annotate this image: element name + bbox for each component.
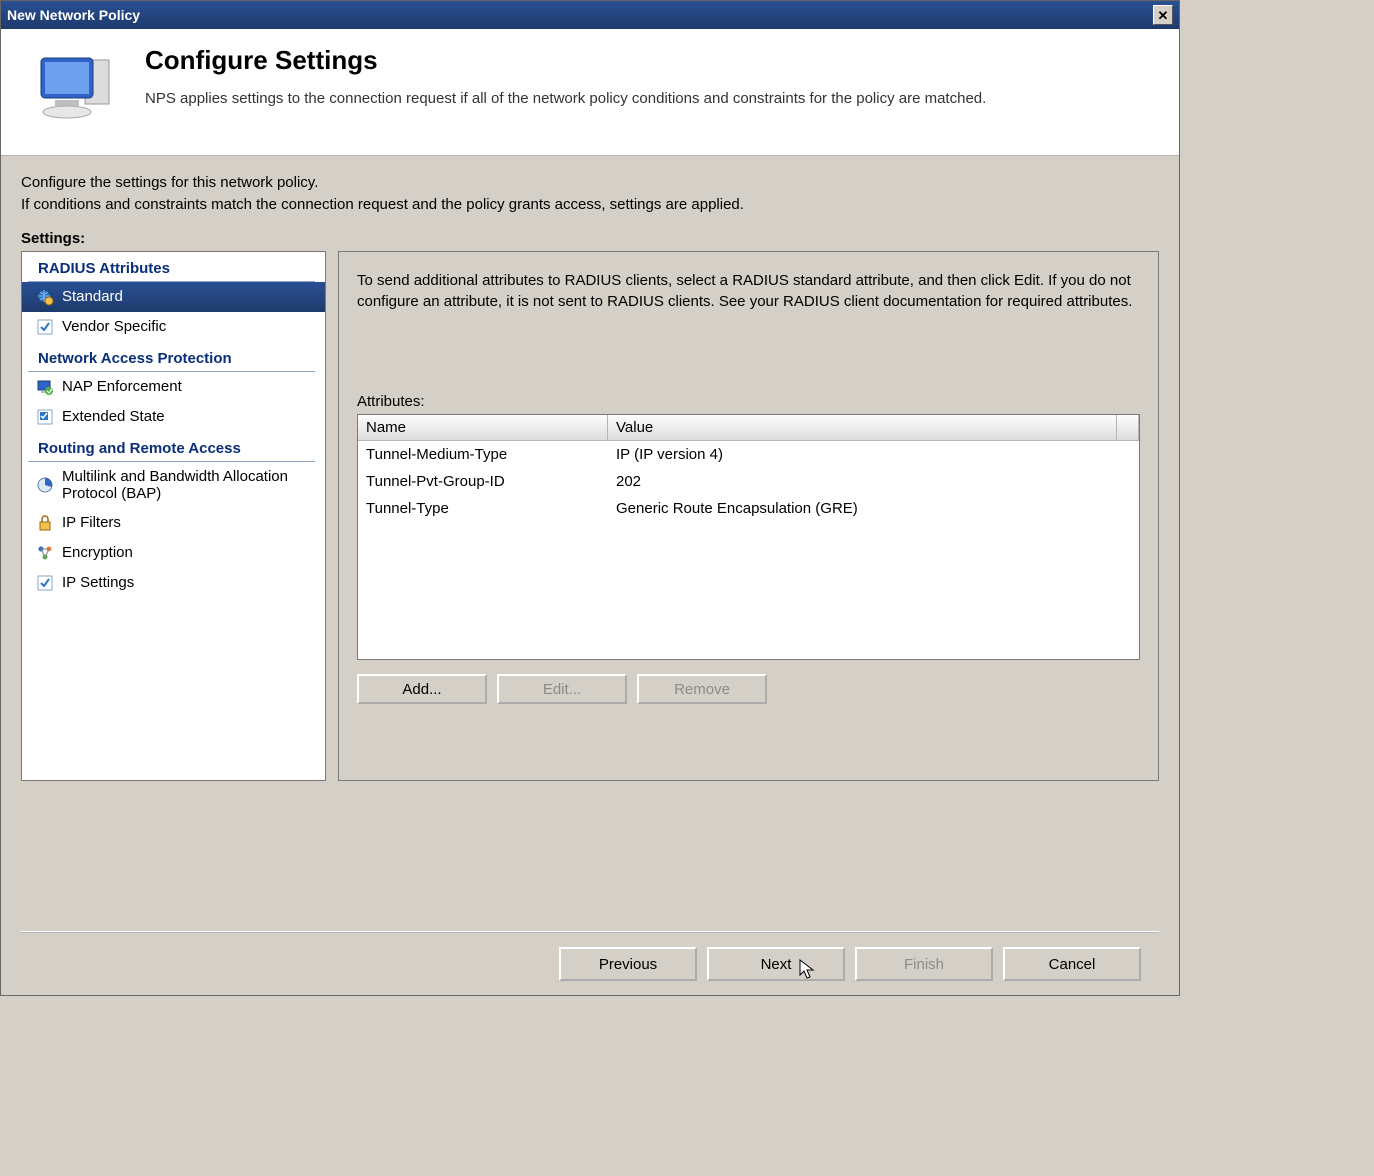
tree-item-label: IP Filters [62, 514, 121, 531]
tree-item-label: Vendor Specific [62, 318, 166, 335]
tree-item-extended-state[interactable]: Extended State [22, 402, 325, 432]
nodes-icon [36, 544, 54, 562]
check-sheet-icon [36, 574, 54, 592]
attributes-description: To send additional attributes to RADIUS … [357, 270, 1140, 314]
remove-button[interactable]: Remove [637, 674, 767, 704]
pie-icon [36, 476, 54, 494]
header-panel: Configure Settings NPS applies settings … [1, 29, 1179, 156]
monitor-check-icon [36, 378, 54, 396]
lock-icon [36, 514, 54, 532]
attributes-panel: To send additional attributes to RADIUS … [338, 251, 1159, 781]
attributes-grid[interactable]: Name Value Tunnel-Medium-TypeIP (IP vers… [357, 414, 1140, 660]
tree-item-encryption[interactable]: Encryption [22, 538, 325, 568]
tree-item-label: Encryption [62, 544, 133, 561]
page-title: Configure Settings [145, 45, 986, 76]
next-button[interactable]: Next [707, 947, 845, 981]
intro-text: Configure the settings for this network … [21, 172, 1159, 216]
state-sheet-icon [36, 408, 54, 426]
category-header: Routing and Remote Access [28, 432, 315, 462]
page-subtitle: NPS applies settings to the connection r… [145, 90, 986, 107]
tree-item-multilink-and-bandwidth-allocation-protocol-bap[interactable]: Multilink and Bandwidth Allocation Proto… [22, 462, 325, 508]
mouse-cursor-icon [799, 959, 817, 985]
cell-value: Generic Route Encapsulation (GRE) [608, 497, 1139, 520]
table-row[interactable]: Tunnel-Pvt-Group-ID202 [358, 468, 1139, 495]
column-name[interactable]: Name [358, 415, 608, 440]
grid-body[interactable]: Tunnel-Medium-TypeIP (IP version 4)Tunne… [358, 441, 1139, 659]
settings-tree[interactable]: RADIUS Attributes Standard Vendor Specific… [21, 251, 326, 781]
tree-item-label: Standard [62, 288, 123, 305]
tree-item-nap-enforcement[interactable]: NAP Enforcement [22, 372, 325, 402]
edit-button[interactable]: Edit... [497, 674, 627, 704]
previous-button[interactable]: Previous [559, 947, 697, 981]
intro-line-1: Configure the settings for this network … [21, 174, 318, 191]
cell-value: IP (IP version 4) [608, 443, 1139, 466]
close-icon: ✕ [1158, 9, 1169, 22]
category-header: Network Access Protection [28, 342, 315, 372]
intro-line-2: If conditions and constraints match the … [21, 196, 744, 213]
panes: RADIUS Attributes Standard Vendor Specific… [21, 251, 1159, 914]
wizard-header-icon [25, 45, 125, 135]
cell-name: Tunnel-Medium-Type [358, 443, 608, 466]
window-title: New Network Policy [7, 7, 1153, 23]
attributes-label: Attributes: [357, 393, 1140, 410]
tree-item-label: Extended State [62, 408, 165, 425]
tree-item-label: IP Settings [62, 574, 134, 591]
globe-gear-icon [36, 288, 54, 306]
finish-button[interactable]: Finish [855, 947, 993, 981]
grid-header: Name Value [358, 415, 1139, 441]
check-sheet-icon [36, 318, 54, 336]
wizard-footer: Previous Next Finish Cancel [21, 933, 1159, 995]
attribute-buttons: Add... Edit... Remove [357, 674, 1140, 704]
tree-item-standard[interactable]: Standard [22, 282, 325, 312]
add-button[interactable]: Add... [357, 674, 487, 704]
tree-item-label: Multilink and Bandwidth Allocation Proto… [62, 468, 315, 502]
tree-item-ip-filters[interactable]: IP Filters [22, 508, 325, 538]
cell-name: Tunnel-Pvt-Group-ID [358, 470, 608, 493]
header-text: Configure Settings NPS applies settings … [145, 45, 986, 135]
titlebar: New Network Policy ✕ [1, 1, 1179, 29]
tree-item-ip-settings[interactable]: IP Settings [22, 568, 325, 598]
table-row[interactable]: Tunnel-Medium-TypeIP (IP version 4) [358, 441, 1139, 468]
close-button[interactable]: ✕ [1153, 5, 1173, 25]
category-header: RADIUS Attributes [28, 252, 315, 282]
tree-item-vendor-specific[interactable]: Vendor Specific [22, 312, 325, 342]
table-row[interactable]: Tunnel-TypeGeneric Route Encapsulation (… [358, 495, 1139, 522]
cell-value: 202 [608, 470, 1139, 493]
column-value[interactable]: Value [608, 415, 1117, 440]
column-spacer [1117, 415, 1139, 440]
window-frame: New Network Policy ✕ Configure Settings … [0, 0, 1180, 996]
settings-label: Settings: [21, 230, 1159, 247]
cell-name: Tunnel-Type [358, 497, 608, 520]
cancel-button[interactable]: Cancel [1003, 947, 1141, 981]
tree-item-label: NAP Enforcement [62, 378, 182, 395]
body-area: Configure the settings for this network … [1, 156, 1179, 995]
